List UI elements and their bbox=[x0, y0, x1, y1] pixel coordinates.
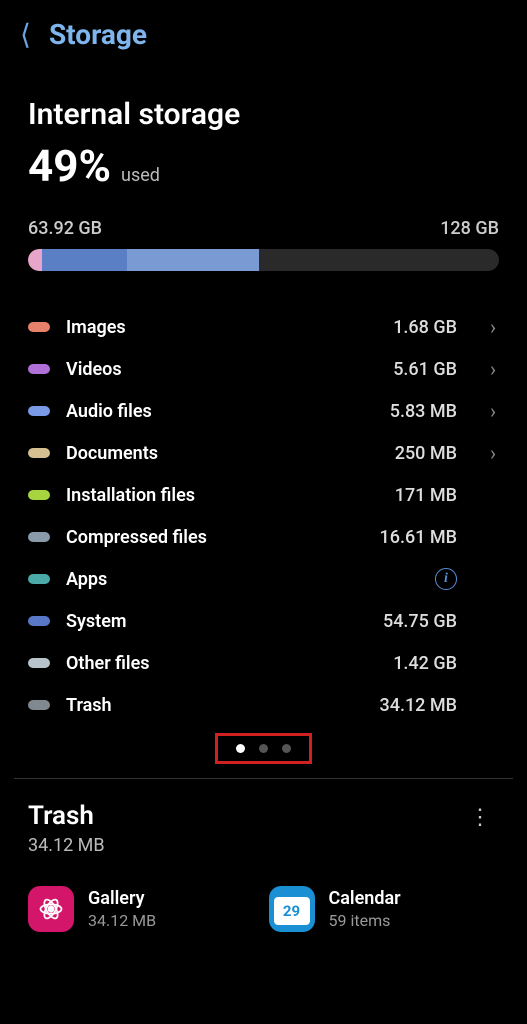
trash-apps-row: Gallery 34.12 MB 29 Calendar 59 items bbox=[0, 862, 527, 932]
app-subtitle: 59 items bbox=[329, 911, 401, 930]
category-size: 171 MB bbox=[395, 485, 457, 506]
category-label: Audio files bbox=[66, 401, 374, 422]
info-icon[interactable]: i bbox=[435, 568, 457, 590]
bar-segment bbox=[28, 249, 42, 271]
category-size: 1.42 GB bbox=[393, 653, 457, 674]
category-size: 34.12 MB bbox=[379, 695, 457, 716]
bar-segment bbox=[42, 249, 127, 271]
page-title: Storage bbox=[49, 18, 147, 51]
category-color-dot bbox=[28, 532, 50, 542]
category-color-dot bbox=[28, 616, 50, 626]
trash-section-title: Trash bbox=[28, 801, 105, 831]
usage-percent: 49% bbox=[28, 140, 111, 192]
category-label: Installation files bbox=[66, 485, 379, 506]
used-label: used bbox=[121, 165, 160, 186]
storage-bar bbox=[28, 249, 499, 271]
total-capacity: 128 GB bbox=[440, 218, 499, 239]
category-row[interactable]: Compressed files16.61 MB› bbox=[28, 517, 499, 557]
gallery-icon bbox=[28, 886, 74, 932]
trash-section-size: 34.12 MB bbox=[28, 835, 105, 856]
chevron-right-icon: › bbox=[487, 399, 499, 423]
page-indicator[interactable] bbox=[215, 733, 312, 764]
category-row[interactable]: Trash34.12 MB› bbox=[28, 685, 499, 725]
category-label: Images bbox=[66, 317, 377, 338]
category-row[interactable]: Installation files171 MB› bbox=[28, 475, 499, 515]
category-color-dot bbox=[28, 322, 50, 332]
category-label: Apps bbox=[66, 569, 419, 590]
category-color-dot bbox=[28, 658, 50, 668]
back-icon[interactable]: ⟨ bbox=[20, 18, 31, 51]
page-dot-1 bbox=[236, 744, 245, 753]
usage-percent-row: 49% used bbox=[28, 140, 499, 192]
category-row[interactable]: Videos 5.61 GB › bbox=[28, 349, 499, 389]
category-label: Documents bbox=[66, 443, 379, 464]
category-size: 54.75 GB bbox=[383, 611, 457, 632]
category-color-dot bbox=[28, 490, 50, 500]
category-list: Images 1.68 GB › Videos 5.61 GB › Audio files 5… bbox=[28, 307, 499, 725]
category-size: 250 MB bbox=[395, 443, 457, 464]
used-capacity: 63.92 GB bbox=[28, 218, 102, 239]
category-color-dot bbox=[28, 700, 50, 710]
category-size: 5.83 MB bbox=[390, 401, 457, 422]
category-row[interactable]: Other files1.42 GB› bbox=[28, 643, 499, 683]
category-size: 5.61 GB bbox=[393, 359, 457, 380]
category-row[interactable]: Audio files 5.83 MB › bbox=[28, 391, 499, 431]
category-color-dot bbox=[28, 364, 50, 374]
app-name: Gallery bbox=[88, 888, 156, 909]
category-label: Videos bbox=[66, 359, 377, 380]
trash-app-item[interactable]: Gallery 34.12 MB bbox=[28, 886, 259, 932]
category-label: Compressed files bbox=[66, 527, 363, 548]
category-color-dot bbox=[28, 574, 50, 584]
page-dot-3 bbox=[282, 744, 291, 753]
capacity-row: 63.92 GB 128 GB bbox=[28, 218, 499, 239]
category-label: System bbox=[66, 611, 367, 632]
category-label: Other files bbox=[66, 653, 377, 674]
chevron-right-icon: › bbox=[487, 441, 499, 465]
category-color-dot bbox=[28, 448, 50, 458]
more-icon[interactable]: ⋮ bbox=[461, 801, 499, 834]
app-subtitle: 34.12 MB bbox=[88, 911, 156, 930]
trash-app-item[interactable]: 29 Calendar 59 items bbox=[269, 886, 500, 932]
category-row[interactable]: Documents 250 MB › bbox=[28, 433, 499, 473]
bar-segment bbox=[127, 249, 259, 271]
chevron-right-icon: › bbox=[487, 315, 499, 339]
internal-storage-title: Internal storage bbox=[28, 97, 499, 132]
category-size: 16.61 MB bbox=[379, 527, 457, 548]
category-row[interactable]: Appsi› bbox=[28, 559, 499, 599]
category-label: Trash bbox=[66, 695, 363, 716]
calendar-day: 29 bbox=[274, 897, 310, 925]
app-name: Calendar bbox=[329, 888, 401, 909]
chevron-right-icon: › bbox=[487, 357, 499, 381]
category-row[interactable]: Images 1.68 GB › bbox=[28, 307, 499, 347]
calendar-icon: 29 bbox=[269, 886, 315, 932]
page-dot-2 bbox=[259, 744, 268, 753]
category-color-dot bbox=[28, 406, 50, 416]
category-size: 1.68 GB bbox=[393, 317, 457, 338]
category-row[interactable]: System54.75 GB› bbox=[28, 601, 499, 641]
